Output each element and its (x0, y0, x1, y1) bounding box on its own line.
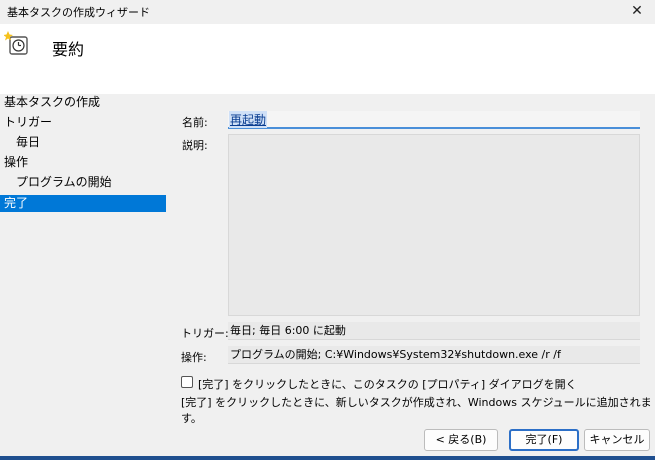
description-field[interactable] (228, 134, 640, 316)
close-icon[interactable]: ✕ (625, 0, 649, 22)
name-field[interactable]: 再起動 (228, 111, 640, 129)
page-title: 要約 (52, 40, 85, 59)
action-label: 操作: (181, 351, 207, 364)
action-value: プログラムの開始; C:¥Windows¥System32¥shutdown.e… (230, 348, 561, 361)
sidebar-item-action: 操作 (4, 155, 29, 169)
name-label: 名前: (182, 116, 208, 129)
cancel-button[interactable]: キャンセル (584, 429, 650, 451)
taskbar-edge (0, 456, 655, 460)
sidebar-item-create-basic-task: 基本タスクの作成 (4, 95, 101, 109)
trigger-value: 毎日; 毎日 6:00 に起動 (230, 324, 346, 337)
title-bar: 基本タスクの作成ウィザード ✕ (0, 0, 655, 24)
sidebar-item-trigger: トリガー (4, 115, 53, 129)
wizard-steps-sidebar: 基本タスクの作成 トリガー 毎日 操作 プログラムの開始 完了 (0, 94, 170, 460)
open-properties-label: [完了] をクリックしたときに、このタスクの [プロパティ] ダイアログを開く (198, 378, 577, 391)
back-button[interactable]: < 戻る(B) (424, 429, 498, 451)
finish-button[interactable]: 完了(F) (509, 429, 579, 451)
sidebar-item-finish: 完了 (0, 195, 166, 212)
wizard-header: 要約 (0, 24, 655, 94)
task-scheduler-clock-icon (4, 31, 28, 55)
name-value: 再起動 (229, 111, 268, 128)
trigger-label: トリガー: (181, 327, 229, 340)
sidebar-item-start-program: プログラムの開始 (16, 175, 112, 189)
action-field: プログラムの開始; C:¥Windows¥System32¥shutdown.e… (228, 346, 640, 364)
open-properties-checkbox[interactable] (181, 376, 193, 388)
trigger-field: 毎日; 毎日 6:00 に起動 (228, 322, 640, 340)
finish-info-text: [完了] をクリックしたときに、新しいタスクが作成され、Windows スケジュ… (181, 396, 652, 425)
description-label: 説明: (182, 139, 208, 152)
sidebar-item-daily: 毎日 (16, 135, 41, 149)
window-title: 基本タスクの作成ウィザード (7, 6, 150, 19)
